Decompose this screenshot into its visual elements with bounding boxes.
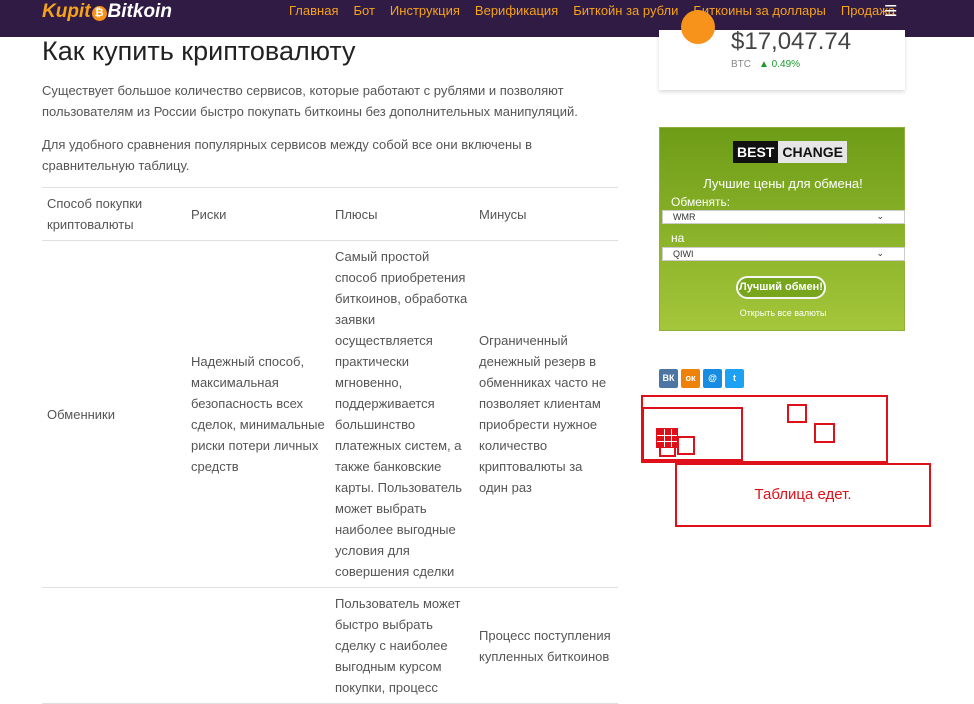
site-logo[interactable]: Kupit ₿ Bitkoin — [42, 1, 172, 23]
exchange-to-value: QIWI — [673, 249, 694, 259]
column-header-pros: Плюсы — [335, 206, 378, 222]
annotation-box-small — [677, 436, 695, 455]
chevron-down-icon: ⌄ — [876, 248, 884, 258]
bestchange-widget: BEST CHANGE Лучшие цены для обмена! Обмен… — [659, 127, 905, 331]
page-title: Как купить криптовалюту — [42, 36, 356, 66]
best-exchange-button[interactable]: Лучший обмен! — [736, 276, 826, 299]
column-header-cons: Минусы — [479, 206, 527, 222]
bitcoin-icon — [681, 10, 715, 44]
logo-text-left: Kupit — [42, 1, 91, 22]
annotation-box-small — [787, 404, 807, 423]
nav-item-bot[interactable]: Бот — [353, 3, 374, 18]
btc-price: $17,047.74 — [731, 28, 852, 55]
exchange-from-value: WMR — [673, 212, 696, 222]
cell-method: Обменники — [47, 406, 116, 422]
nav-item-verification[interactable]: Верификация — [475, 3, 558, 18]
btc-price-widget: $17,047.74 BTC ▲ 0.49% — [659, 10, 905, 90]
annotation-text: Таблица едет. — [754, 486, 852, 503]
nav-item-bitcoin-rubles[interactable]: Биткойн за рубли — [573, 3, 678, 18]
table-header-row: Способ покупки криптовалюты Риски Плюсы … — [42, 187, 618, 241]
bestchange-logo[interactable]: BEST CHANGE — [733, 141, 848, 163]
annotation-box-small — [814, 423, 835, 443]
share-buttons: ВК ок @ t — [659, 369, 747, 388]
cell-pros: Пользователь может быстро выбрать сделку… — [335, 596, 461, 695]
main-nav: Главная Бот Инструкция Верификация Битко… — [289, 3, 910, 18]
cell-risks: Надежный способ, максимальная безопаснос… — [191, 354, 325, 474]
cell-pros: Самый простой способ приобретения биткои… — [335, 249, 468, 579]
intro-paragraph: Существует большое количество сервисов, … — [42, 83, 578, 119]
table-icon — [656, 428, 678, 448]
table-row: Обменники Надежный способ, максимальная … — [42, 241, 618, 588]
nav-item-instructions[interactable]: Инструкция — [390, 3, 460, 18]
hamburger-menu-icon[interactable]: ☰ — [884, 2, 897, 20]
btc-ticker: BTC — [731, 59, 751, 70]
bestchange-logo-best: BEST — [733, 141, 779, 163]
bitcoin-coin-icon: ₿ — [91, 6, 107, 21]
exchange-to-label: на — [671, 231, 685, 245]
column-header-risks: Риски — [191, 206, 227, 222]
odnoklassniki-share-icon[interactable]: ок — [681, 369, 700, 388]
cell-method — [42, 588, 186, 704]
exchange-to-select[interactable]: QIWI ⌄ — [662, 247, 905, 261]
btc-change: ▲ 0.49% — [759, 59, 801, 70]
open-all-currencies-link[interactable]: Открыть все валюты — [660, 308, 906, 318]
mailru-share-icon[interactable]: @ — [703, 369, 722, 388]
column-header-method: Способ покупки криптовалюты — [47, 196, 143, 232]
cell-risks — [186, 588, 330, 704]
nav-item-bitcoin-dollars[interactable]: Биткоины за доллары — [693, 3, 826, 18]
exchange-from-label: Обменять: — [671, 195, 731, 209]
twitter-share-icon[interactable]: t — [725, 369, 744, 388]
bestchange-title: Лучшие цены для обмена! — [703, 176, 863, 191]
chevron-down-icon: ⌄ — [876, 211, 884, 221]
cell-cons: Ограниченный денежный резерв в обменника… — [479, 333, 607, 495]
vk-share-icon[interactable]: ВК — [659, 369, 678, 388]
comparison-table: Способ покупки криптовалюты Риски Плюсы … — [42, 187, 618, 704]
table-intro-paragraph: Для удобного сравнения популярных сервис… — [42, 137, 533, 173]
nav-item-home[interactable]: Главная — [289, 3, 338, 18]
cell-cons: Процесс поступления купленных биткоинов — [479, 627, 611, 664]
logo-text-right: Bitkoin — [107, 1, 172, 22]
bestchange-logo-change: CHANGE — [778, 141, 848, 163]
table-row: Пользователь может быстро выбрать сделку… — [42, 588, 618, 704]
exchange-from-select[interactable]: WMR ⌄ — [662, 210, 905, 224]
